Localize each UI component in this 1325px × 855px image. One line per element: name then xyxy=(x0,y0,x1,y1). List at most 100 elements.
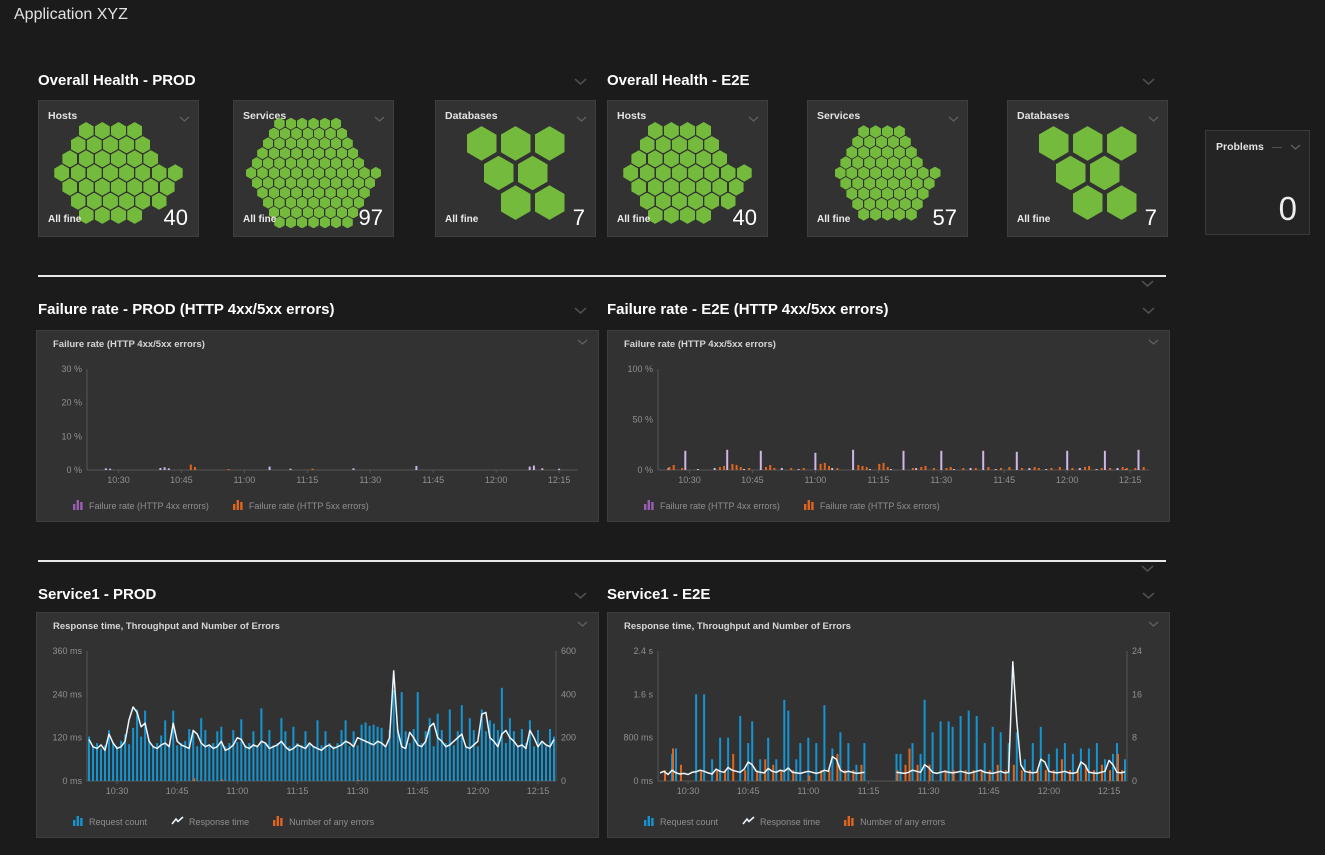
health-hexagon xyxy=(331,216,342,228)
svg-text:12:00: 12:00 xyxy=(1056,475,1079,485)
health-tile-hosts-prod[interactable]: Hosts All fine 40 xyxy=(38,100,199,237)
svg-text:12:15: 12:15 xyxy=(548,475,571,485)
health-hexagon xyxy=(297,137,308,149)
problems-tile[interactable]: Problems 0 xyxy=(1205,130,1310,235)
svg-text:12:15: 12:15 xyxy=(527,786,550,796)
chart-legend: Request count Response time Number of any … xyxy=(73,816,374,828)
chevron-down-icon[interactable] xyxy=(574,307,587,315)
health-hexagon xyxy=(325,147,336,159)
health-hexagon xyxy=(906,208,917,221)
legend-item[interactable]: Request count xyxy=(644,816,718,828)
svg-text:24: 24 xyxy=(1132,646,1142,656)
chevron-down-icon[interactable] xyxy=(574,592,587,600)
chart-canvas[interactable]: 2.4 s1.6 s800 ms0 ms24168010:3010:4511:0… xyxy=(614,639,1163,799)
chart-canvas[interactable]: 360 ms240 ms120 ms0 ms600400200010:3010:… xyxy=(43,639,592,799)
tile-status: All fine xyxy=(445,214,478,225)
chart-tile-service1-prod[interactable]: Response time, Throughput and Number of … xyxy=(36,612,599,838)
chart-canvas[interactable]: 100 %50 %0 %10:3010:4511:0011:1511:3011:… xyxy=(614,357,1163,488)
health-hexagon xyxy=(79,122,94,139)
health-hexagon xyxy=(852,177,863,190)
legend-item[interactable]: Failure rate (HTTP 5xx errors) xyxy=(233,500,369,512)
chevron-down-icon[interactable] xyxy=(1148,621,1159,628)
health-hexagon xyxy=(111,207,126,224)
health-hexagon xyxy=(297,177,308,189)
health-hexagon xyxy=(1090,156,1120,191)
chevron-down-icon[interactable] xyxy=(1148,339,1159,346)
health-hexagon xyxy=(704,193,719,210)
health-hexagon xyxy=(484,156,514,191)
chevron-down-icon[interactable] xyxy=(1142,78,1155,86)
collapse-chevron-icon[interactable] xyxy=(1141,280,1154,288)
health-tile-hosts-e2e[interactable]: Hosts All fine 40 xyxy=(607,100,768,237)
legend-item[interactable]: Failure rate (HTTP 4xx errors) xyxy=(644,500,780,512)
legend-item[interactable]: Number of any errors xyxy=(844,816,945,828)
health-hexagon xyxy=(263,137,274,149)
chart-canvas[interactable]: 30 %20 %10 %0 %10:3010:4511:0011:1511:30… xyxy=(43,357,592,488)
health-hexagon xyxy=(291,128,302,140)
health-hexagon xyxy=(924,177,935,190)
health-tile-services-e2e[interactable]: Services All fine 57 xyxy=(807,100,968,237)
health-hexagon xyxy=(870,187,881,200)
collapse-chevron-icon[interactable] xyxy=(1141,565,1154,573)
svg-text:11:30: 11:30 xyxy=(930,475,952,485)
health-hexagon xyxy=(257,147,268,159)
chart-legend: Failure rate (HTTP 4xx errors) Failure ra… xyxy=(73,500,369,512)
svg-text:10:45: 10:45 xyxy=(170,475,193,485)
health-hexagon xyxy=(325,187,336,199)
health-tile-services-prod[interactable]: Services All fine 97 xyxy=(233,100,394,237)
health-hexagon xyxy=(135,136,150,153)
health-hexagon xyxy=(354,157,365,169)
chevron-down-icon[interactable] xyxy=(577,339,588,346)
svg-text:11:45: 11:45 xyxy=(993,475,1015,485)
health-hexagon xyxy=(127,122,142,139)
svg-text:10:30: 10:30 xyxy=(107,475,130,485)
health-hexagon xyxy=(269,128,280,140)
legend-label: Response time xyxy=(760,817,820,827)
chart-legend: Failure rate (HTTP 4xx errors) Failure ra… xyxy=(644,500,940,512)
section-title-failure-prod: Failure rate - PROD (HTTP 4xx/5xx errors… xyxy=(38,301,335,318)
bars-icon xyxy=(73,816,84,828)
health-hexagon xyxy=(712,178,727,195)
health-hexagon xyxy=(314,128,325,140)
tile-status: All fine xyxy=(817,214,850,225)
svg-text:11:30: 11:30 xyxy=(359,475,381,485)
tile-label: Hosts xyxy=(617,110,646,122)
chart-tile-failure-e2e[interactable]: Failure rate (HTTP 4xx/5xx errors) 100 %… xyxy=(607,330,1170,522)
health-hexagon xyxy=(371,167,382,179)
health-hexagon xyxy=(325,167,336,179)
health-hexagon xyxy=(331,118,342,130)
chart-tile-service1-e2e[interactable]: Response time, Throughput and Number of … xyxy=(607,612,1170,838)
health-hexagon xyxy=(119,164,134,181)
health-hexagon xyxy=(846,187,857,200)
chevron-down-icon[interactable] xyxy=(1142,307,1155,315)
chevron-down-icon[interactable] xyxy=(1142,592,1155,600)
health-hexagon xyxy=(280,206,291,218)
health-hexagon xyxy=(882,146,893,159)
chevron-down-icon[interactable] xyxy=(1290,144,1301,151)
health-hexagon xyxy=(274,177,285,189)
health-tile-databases-prod[interactable]: Databases All fine 7 xyxy=(435,100,596,237)
legend-item[interactable]: Request count xyxy=(73,816,147,828)
health-hexagon xyxy=(337,167,348,179)
health-tile-databases-e2e[interactable]: Databases All fine 7 xyxy=(1007,100,1168,237)
chevron-down-icon[interactable] xyxy=(574,78,587,86)
legend-item[interactable]: Response time xyxy=(171,816,249,828)
legend-label: Request count xyxy=(660,817,718,827)
legend-label: Number of any errors xyxy=(289,817,374,827)
chevron-down-icon[interactable] xyxy=(577,621,588,628)
health-hexagon xyxy=(535,126,565,161)
legend-item[interactable]: Failure rate (HTTP 5xx errors) xyxy=(804,500,940,512)
health-hexagon xyxy=(143,150,158,167)
health-hexagon xyxy=(648,178,663,195)
legend-label: Failure rate (HTTP 4xx errors) xyxy=(89,501,209,511)
health-hexagon xyxy=(291,167,302,179)
health-hexagon xyxy=(342,197,353,209)
legend-item[interactable]: Response time xyxy=(742,816,820,828)
chart-tile-failure-prod[interactable]: Failure rate (HTTP 4xx/5xx errors) 30 %2… xyxy=(36,330,599,522)
health-hexagon xyxy=(656,164,671,181)
health-hexagon xyxy=(1056,156,1086,191)
legend-item[interactable]: Number of any errors xyxy=(273,816,374,828)
svg-text:11:45: 11:45 xyxy=(407,786,429,796)
section-divider xyxy=(38,560,1166,562)
legend-item[interactable]: Failure rate (HTTP 4xx errors) xyxy=(73,500,209,512)
